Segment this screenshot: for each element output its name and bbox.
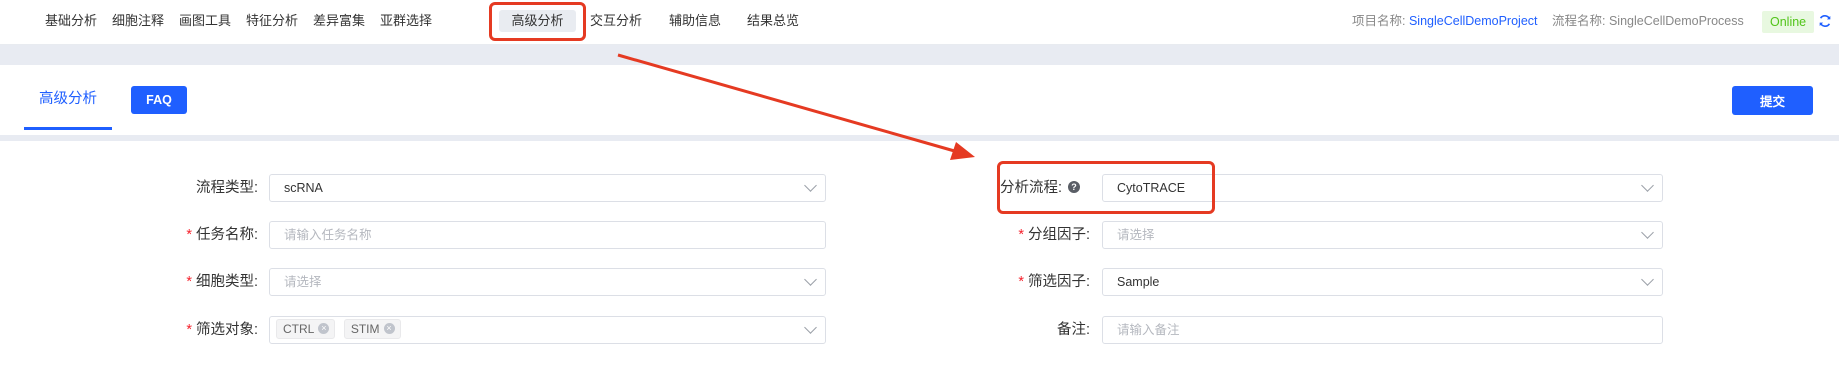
annotation-arrow [617, 53, 975, 160]
